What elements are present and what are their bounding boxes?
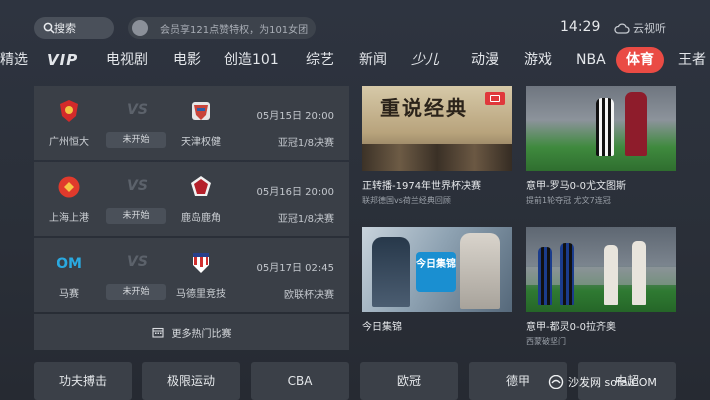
- video-card[interactable]: 今日集锦 今日集锦: [362, 227, 512, 333]
- tab-news[interactable]: 新闻: [359, 47, 387, 73]
- tab-kids[interactable]: 少儿: [411, 47, 439, 73]
- video-title: 意甲-都灵0-0拉齐奥: [526, 322, 616, 333]
- player-figure: [372, 237, 410, 307]
- category-tile-kungfu[interactable]: 功夫搏击: [34, 362, 132, 400]
- video-subtitle: 联邦德国vs荷兰经典回顾: [362, 196, 451, 205]
- home-team: 上海上港: [34, 175, 104, 224]
- team-crest-icon: [191, 176, 211, 196]
- home-team: 广州恒大: [34, 99, 104, 148]
- player-inter: [538, 247, 552, 305]
- video-card[interactable]: 重说经典 正转播-1974年世界杯决赛 联邦德国vs荷兰经典回顾: [362, 86, 512, 206]
- video-title: 今日集锦: [362, 322, 402, 333]
- match-item[interactable]: 广州恒大 VS 天津权健 未开始 05月15日 20:00 亚冠1/8决赛: [34, 86, 349, 160]
- away-team-name: 马德里竞技: [176, 289, 226, 300]
- vs-mark: VS: [127, 178, 148, 194]
- player-roma: [625, 92, 647, 156]
- sofa-logo-icon: [548, 375, 564, 389]
- category-tile-champions-league[interactable]: 欧冠: [360, 362, 458, 400]
- photo-strip: [362, 144, 512, 171]
- tab-vip[interactable]: VIP: [47, 47, 78, 73]
- home-team-name: 马赛: [59, 289, 79, 300]
- team-crest-icon: OM: [56, 256, 82, 272]
- tab-sports[interactable]: 体育: [616, 47, 664, 73]
- match-item[interactable]: OM 马赛 VS 马德里竞技 未开始 05月17日 02:45 欧联杯决赛: [34, 238, 349, 312]
- thumbnail-overlay-title: 重说经典: [380, 96, 468, 120]
- video-card[interactable]: 意甲-都灵0-0拉齐奥 西蒙破坚门: [526, 227, 676, 347]
- tab-nba[interactable]: NBA: [576, 47, 606, 73]
- watermark: 沙发网 sofa.COM: [548, 374, 657, 390]
- clock: 14:29: [560, 19, 601, 35]
- video-thumbnail: 今日集锦: [362, 227, 512, 312]
- team-crest-icon: [192, 102, 210, 120]
- player-figure: [460, 233, 500, 309]
- team-crest-icon: [193, 253, 209, 273]
- tab-anime[interactable]: 动漫: [471, 47, 499, 73]
- away-team-name: 鹿岛鹿角: [181, 213, 221, 224]
- more-matches-button[interactable]: 更多热门比赛: [34, 314, 349, 350]
- search-button[interactable]: 搜索: [34, 17, 114, 39]
- tab-variety[interactable]: 综艺: [306, 47, 334, 73]
- video-title: 正转播-1974年世界杯决赛: [362, 181, 482, 192]
- avatar: [132, 20, 148, 36]
- away-team: 马德里竞技: [166, 251, 236, 300]
- player-figure: [604, 245, 618, 305]
- search-icon: [43, 22, 55, 34]
- match-time: 05月16日 20:00: [256, 187, 334, 198]
- match-stage: 亚冠1/8决赛: [277, 138, 334, 149]
- player-juventus: [596, 98, 614, 156]
- video-thumbnail: 重说经典: [362, 86, 512, 171]
- match-status-badge: 未开始: [106, 208, 166, 224]
- video-subtitle: 西蒙破坚门: [526, 337, 566, 346]
- live-badge-icon: [485, 92, 505, 105]
- home-team: OM 马赛: [34, 251, 104, 300]
- match-time: 05月15日 20:00: [256, 111, 334, 122]
- home-team-name: 上海上港: [49, 213, 89, 224]
- home-team-name: 广州恒大: [49, 137, 89, 148]
- video-card[interactable]: 意甲-罗马0-0尤文图斯 提前1轮夺冠 尤文7连冠: [526, 86, 676, 206]
- match-stage: 欧联杯决赛: [284, 290, 334, 301]
- calendar-icon: [151, 327, 164, 338]
- category-nav: 精选 VIP 电视剧 电影 创造101 综艺 新闻 少儿 动漫 游戏 NBA 体…: [0, 47, 710, 73]
- category-tile-cba[interactable]: CBA: [251, 362, 349, 400]
- top-bar: 搜索 会员享121点赞特权，为101女团 14:29 云视听: [0, 0, 710, 44]
- cloud-label: 云视听: [633, 22, 666, 35]
- vs-mark: VS: [127, 254, 148, 270]
- tab-produce101[interactable]: 创造101: [224, 47, 279, 73]
- daily-highlights-badge: 今日集锦: [416, 252, 456, 292]
- match-status-badge: 未开始: [106, 284, 166, 300]
- team-crest-icon: [60, 100, 78, 122]
- cloud-button[interactable]: 云视听: [614, 20, 666, 36]
- player-inter: [560, 243, 574, 305]
- watermark-text: 沙发网 sofa.COM: [568, 376, 657, 389]
- match-time: 05月17日 02:45: [256, 263, 334, 274]
- more-matches-label: 更多热门比赛: [171, 328, 232, 340]
- video-subtitle: 提前1轮夺冠 尤文7连冠: [526, 196, 611, 205]
- team-crest-icon: [58, 176, 80, 198]
- match-list: 广州恒大 VS 天津权健 未开始 05月15日 20:00 亚冠1/8决赛 上海…: [34, 86, 349, 350]
- vip-banner[interactable]: 会员享121点赞特权，为101女团: [128, 17, 316, 39]
- search-label: 搜索: [54, 22, 76, 35]
- tab-honor-of-kings[interactable]: 王者: [678, 47, 706, 73]
- match-status-badge: 未开始: [106, 132, 166, 148]
- tab-tv-series[interactable]: 电视剧: [106, 47, 148, 73]
- away-team-name: 天津权健: [181, 137, 221, 148]
- video-thumbnail: [526, 227, 676, 312]
- away-team: 天津权健: [166, 99, 236, 148]
- match-item[interactable]: 上海上港 VS 鹿岛鹿角 未开始 05月16日 20:00 亚冠1/8决赛: [34, 162, 349, 236]
- category-tile-extreme-sports[interactable]: 极限运动: [142, 362, 240, 400]
- video-thumbnail: [526, 86, 676, 171]
- tab-movies[interactable]: 电影: [173, 47, 201, 73]
- video-title: 意甲-罗马0-0尤文图斯: [526, 181, 626, 192]
- tab-jingxuan[interactable]: 精选: [0, 47, 28, 73]
- tab-games[interactable]: 游戏: [524, 47, 552, 73]
- match-stage: 亚冠1/8决赛: [277, 214, 334, 225]
- cloud-icon: [614, 22, 630, 34]
- vip-banner-text: 会员享121点赞特权，为101女团: [160, 24, 309, 36]
- away-team: 鹿岛鹿角: [166, 175, 236, 224]
- vs-mark: VS: [127, 102, 148, 118]
- svg-text:OM: OM: [57, 256, 81, 272]
- player-figure: [632, 241, 646, 305]
